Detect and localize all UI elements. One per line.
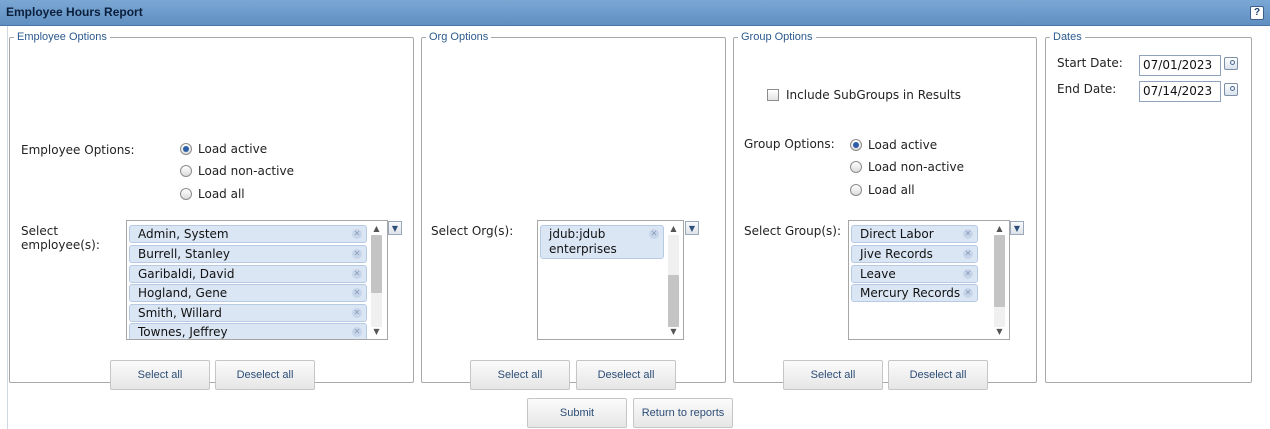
submit-button[interactable]: Submit bbox=[527, 398, 627, 428]
chevron-down-icon[interactable]: ▼ bbox=[1010, 221, 1024, 235]
employee-radio-load-non-active[interactable]: Load non-active bbox=[180, 164, 294, 178]
dates-panel: Dates Start Date: 07/01/2023 End Date: 0… bbox=[1045, 31, 1252, 383]
radio-unselected[interactable] bbox=[180, 165, 192, 177]
radio-selected[interactable] bbox=[850, 139, 862, 151]
scroll-down-icon[interactable]: ▼ bbox=[994, 327, 1005, 336]
group-listbox[interactable]: Direct Labor ✕ Jive Records ✕ Leave ✕ Mercu… bbox=[848, 220, 1010, 340]
org-deselect-all-button[interactable]: Deselect all bbox=[576, 360, 676, 390]
scroll-up-icon[interactable]: ▲ bbox=[371, 224, 382, 233]
radio-unselected[interactable] bbox=[180, 188, 192, 200]
employee-listbox[interactable]: Admin, System ✕ Burrell, Stanley ✕ Garibal… bbox=[126, 220, 388, 340]
calendar-icon[interactable] bbox=[1224, 83, 1238, 96]
start-date-label: Start Date: bbox=[1057, 56, 1123, 70]
group-radio-load-active[interactable]: Load active bbox=[850, 138, 937, 152]
list-item[interactable]: Smith, Willard ✕ bbox=[129, 304, 367, 322]
select-group-label: Select Group(s): bbox=[744, 224, 842, 238]
close-icon[interactable]: ✕ bbox=[352, 327, 362, 337]
close-icon[interactable]: ✕ bbox=[352, 308, 362, 318]
radio-unselected[interactable] bbox=[850, 184, 862, 196]
group-radio-load-all[interactable]: Load all bbox=[850, 183, 915, 197]
employee-options-panel: Employee Options Employee Options: Load … bbox=[9, 31, 414, 390]
close-icon[interactable]: ✕ bbox=[352, 288, 362, 298]
return-to-reports-button[interactable]: Return to reports bbox=[633, 398, 733, 428]
title-bar: Employee Hours Report ? bbox=[0, 0, 1270, 26]
list-item[interactable]: Jive Records ✕ bbox=[851, 245, 978, 263]
org-options-legend: Org Options bbox=[429, 31, 489, 43]
include-subgroups-checkbox[interactable] bbox=[767, 89, 779, 101]
group-options-label: Group Options: bbox=[744, 137, 835, 151]
chevron-down-icon[interactable]: ▼ bbox=[685, 221, 699, 235]
page-title: Employee Hours Report bbox=[6, 5, 143, 19]
calendar-icon[interactable] bbox=[1224, 57, 1238, 70]
select-employees-label: Select employee(s): bbox=[21, 224, 100, 252]
employee-deselect-all-button[interactable]: Deselect all bbox=[215, 360, 315, 390]
scrollbar-thumb[interactable] bbox=[371, 235, 382, 293]
group-options-legend: Group Options bbox=[741, 31, 813, 43]
include-subgroups-label: Include SubGroups in Results bbox=[786, 88, 962, 102]
close-icon[interactable]: ✕ bbox=[352, 229, 362, 239]
scroll-up-icon[interactable]: ▲ bbox=[668, 224, 679, 233]
close-icon[interactable]: ✕ bbox=[649, 229, 659, 239]
list-item[interactable]: Direct Labor ✕ bbox=[851, 225, 978, 243]
end-date-input[interactable]: 07/14/2023 bbox=[1139, 81, 1221, 102]
dates-legend: Dates bbox=[1053, 31, 1082, 43]
help-button[interactable]: ? bbox=[1250, 6, 1264, 20]
list-item[interactable]: Mercury Records ✕ bbox=[851, 284, 978, 302]
list-item[interactable]: Townes, Jeffrey ✕ bbox=[129, 323, 367, 339]
list-item[interactable]: Leave ✕ bbox=[851, 265, 978, 283]
employee-options-legend: Employee Options bbox=[17, 31, 107, 43]
radio-unselected[interactable] bbox=[850, 161, 862, 173]
list-item[interactable]: Burrell, Stanley ✕ bbox=[129, 245, 367, 263]
scrollbar-thumb[interactable] bbox=[994, 235, 1005, 307]
list-item[interactable]: Hogland, Gene ✕ bbox=[129, 284, 367, 302]
list-item[interactable]: Admin, System ✕ bbox=[129, 225, 367, 243]
org-options-panel: Org Options Select Org(s): jdub:jdub ent… bbox=[421, 31, 726, 390]
left-border bbox=[7, 26, 8, 429]
close-icon[interactable]: ✕ bbox=[963, 249, 973, 259]
close-icon[interactable]: ✕ bbox=[352, 249, 362, 259]
group-deselect-all-button[interactable]: Deselect all bbox=[888, 360, 988, 390]
list-item[interactable]: jdub:jdub enterprises ✕ bbox=[540, 225, 664, 259]
scroll-down-icon[interactable]: ▼ bbox=[371, 327, 382, 336]
group-select-all-button[interactable]: Select all bbox=[783, 360, 883, 390]
employee-radio-load-active[interactable]: Load active bbox=[180, 142, 267, 156]
org-select-all-button[interactable]: Select all bbox=[470, 360, 570, 390]
employee-options-label: Employee Options: bbox=[21, 143, 135, 157]
close-icon[interactable]: ✕ bbox=[963, 269, 973, 279]
scrollbar-thumb[interactable] bbox=[668, 275, 679, 327]
close-icon[interactable]: ✕ bbox=[963, 288, 973, 298]
chevron-down-icon[interactable]: ▼ bbox=[388, 221, 402, 235]
end-date-label: End Date: bbox=[1057, 82, 1117, 96]
close-icon[interactable]: ✕ bbox=[963, 229, 973, 239]
scroll-down-icon[interactable]: ▼ bbox=[668, 327, 679, 336]
list-item[interactable]: Garibaldi, David ✕ bbox=[129, 265, 367, 283]
start-date-input[interactable]: 07/01/2023 bbox=[1139, 55, 1221, 76]
employee-select-all-button[interactable]: Select all bbox=[110, 360, 210, 390]
scroll-up-icon[interactable]: ▲ bbox=[994, 224, 1005, 233]
org-listbox[interactable]: jdub:jdub enterprises ✕ ▲ ▼ bbox=[537, 220, 684, 340]
employee-radio-load-all[interactable]: Load all bbox=[180, 187, 245, 201]
group-radio-load-non-active[interactable]: Load non-active bbox=[850, 160, 964, 174]
radio-selected[interactable] bbox=[180, 143, 192, 155]
close-icon[interactable]: ✕ bbox=[352, 269, 362, 279]
select-org-label: Select Org(s): bbox=[431, 224, 514, 238]
group-options-panel: Group Options Include SubGroups in Resul… bbox=[733, 31, 1037, 390]
